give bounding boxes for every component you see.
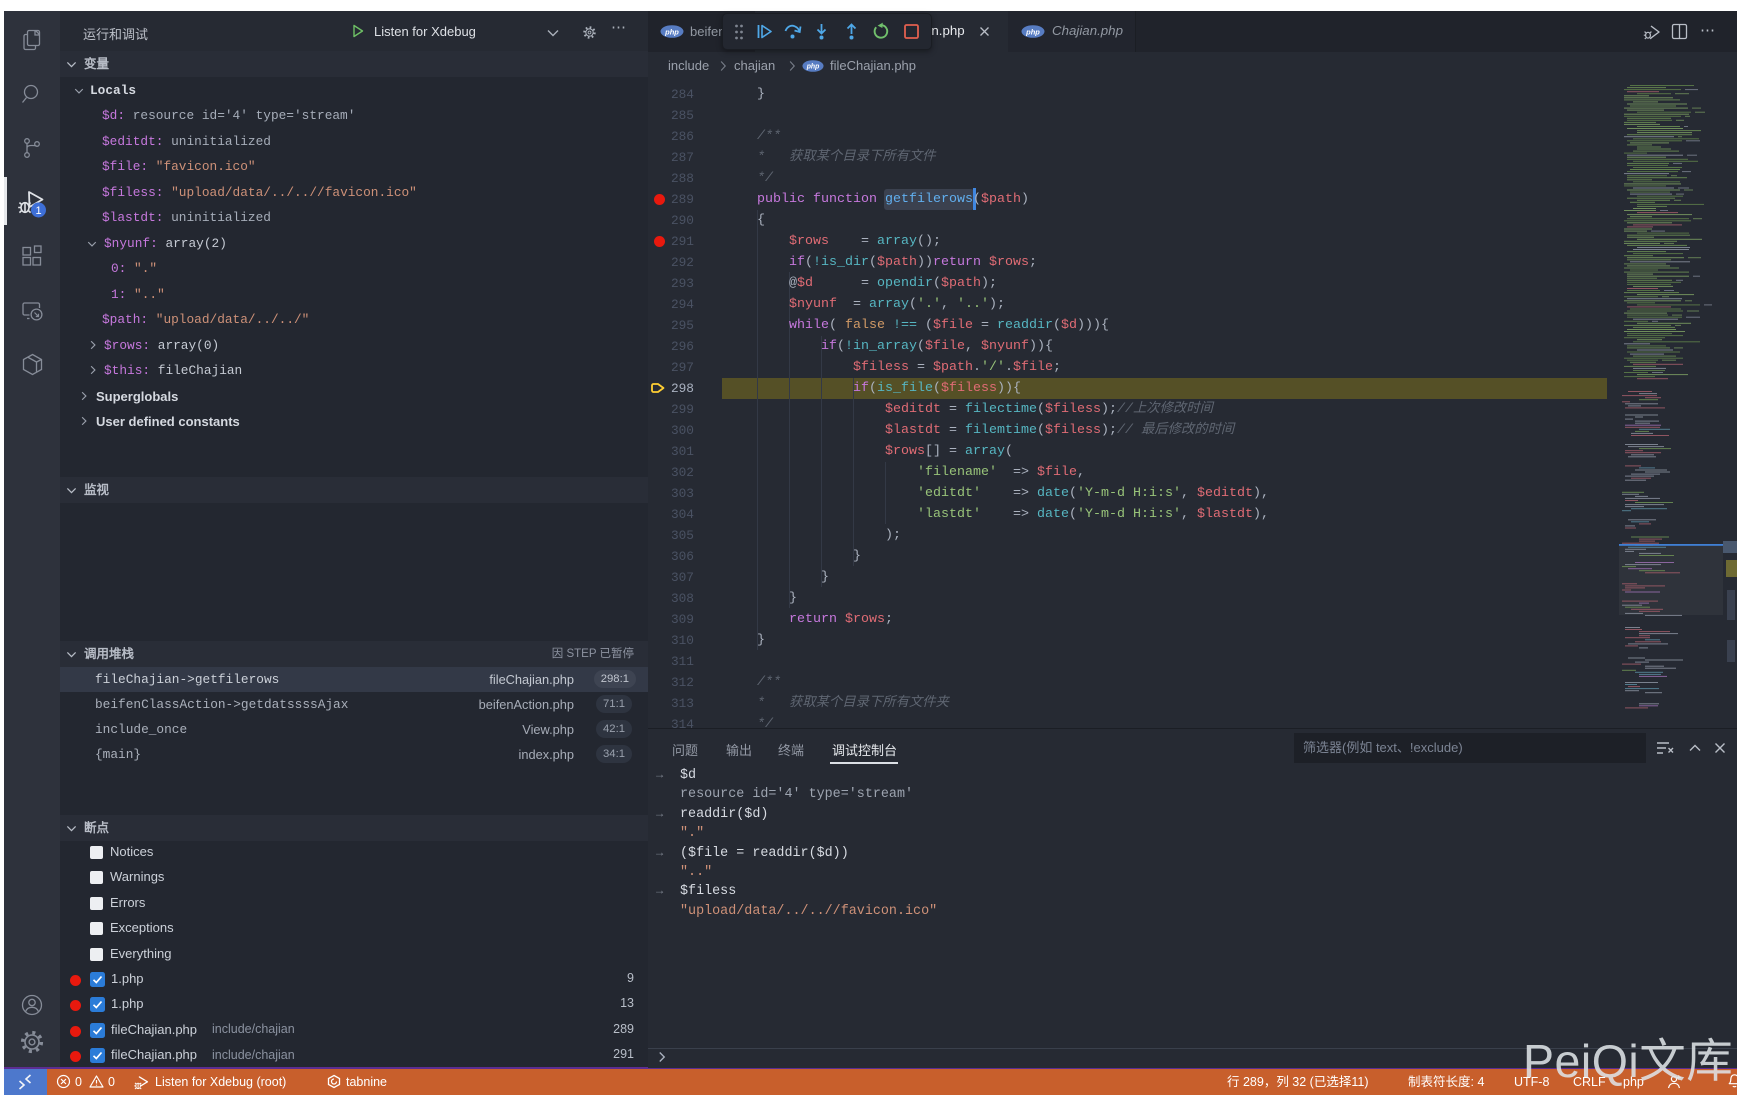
svg-text:php: php (806, 64, 820, 71)
svg-text:php: php (1025, 28, 1040, 37)
svg-text:php: php (664, 28, 679, 37)
